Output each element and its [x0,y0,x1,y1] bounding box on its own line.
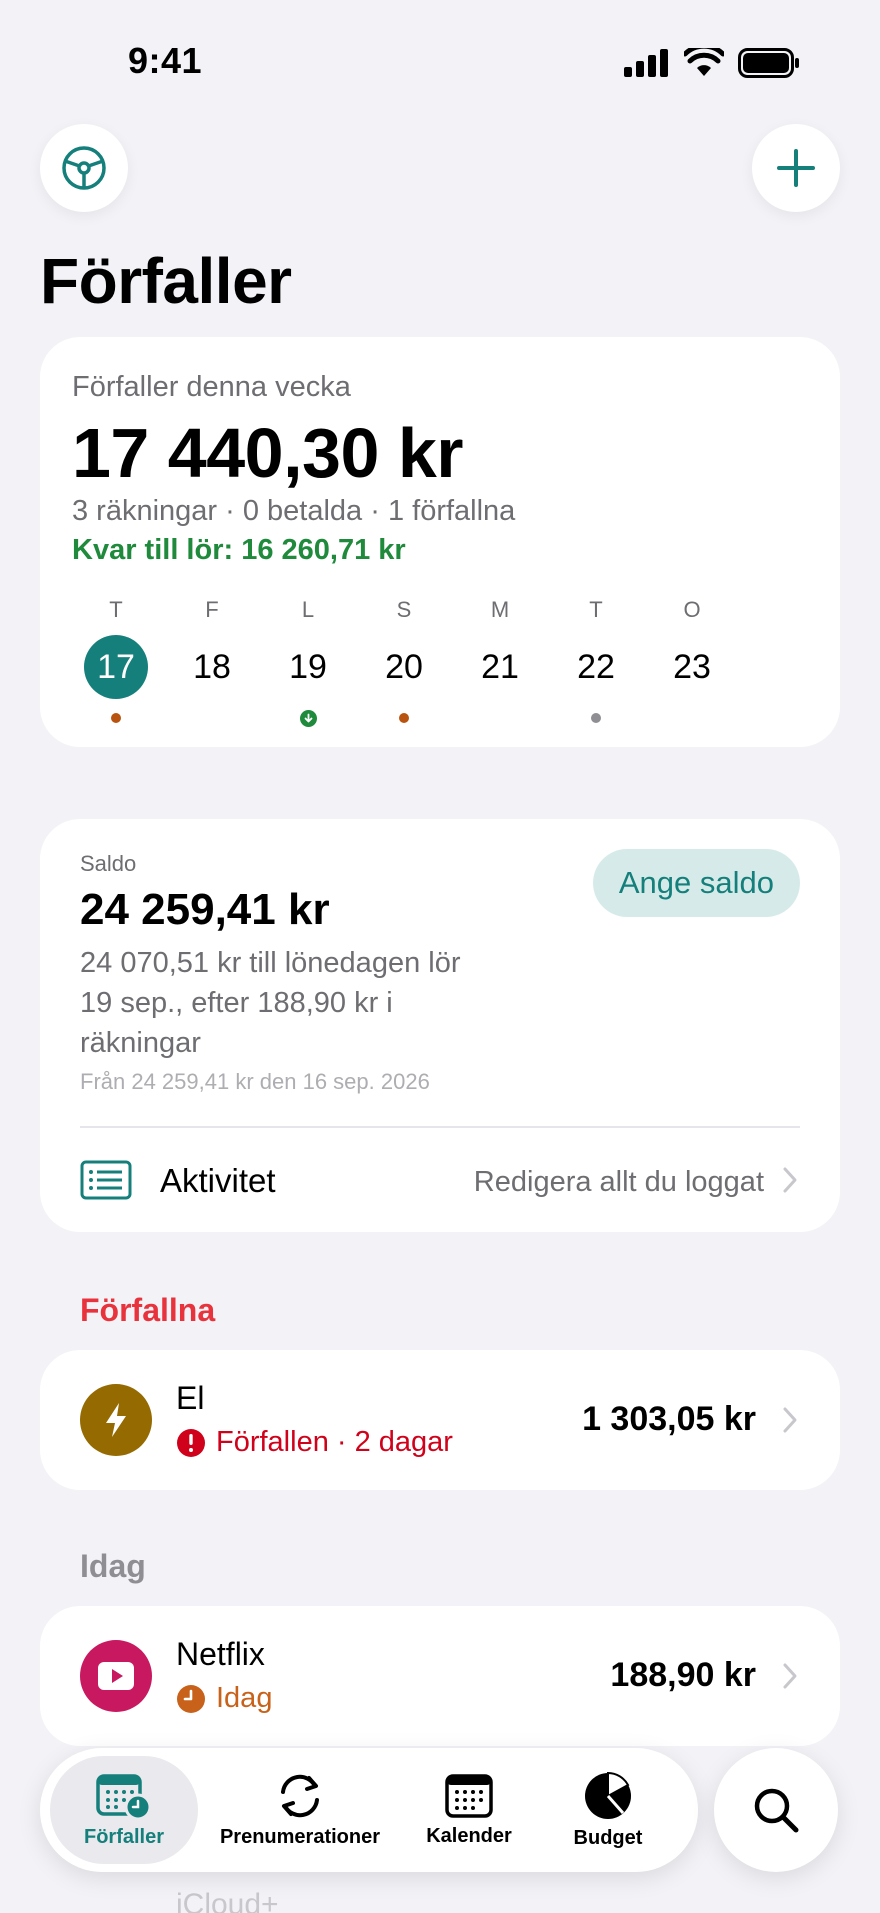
search-button[interactable] [714,1748,838,1872]
tab-label: Budget [573,1826,643,1849]
payday-icon [299,709,317,727]
tab-prenumerationer[interactable]: Prenumerationer [210,1756,390,1864]
week-total-amount: 17 440,30 kr [72,414,464,492]
day-tue-22[interactable]: T 22 [556,595,636,727]
bill-row-el[interactable]: El Förfallen · 2 dagar 1 303,05 kr [40,1350,840,1490]
day-letter: O [683,597,701,622]
add-button[interactable] [752,124,840,212]
plus-icon [777,149,815,187]
tab-forfaller[interactable]: Förfaller [50,1756,198,1864]
tab-kalender[interactable]: Kalender [404,1756,534,1864]
balance-card: Saldo 24 259,41 kr 24 070,51 kr till lön… [40,819,840,1232]
search-icon [754,1788,799,1833]
day-mon-21[interactable]: M 21 [460,595,540,727]
balance-description: 24 070,51 kr till lönedagen lör 19 sep.,… [80,947,461,1059]
bill-status-text: Idag [216,1682,273,1714]
page-title: Förfaller [40,245,292,317]
day-letter: S [396,597,412,622]
chevron-right-icon [783,1407,797,1433]
tab-label: Kalender [426,1824,512,1847]
day-tue-17[interactable]: T 17 [76,595,156,727]
day-wed-23[interactable]: O 23 [652,595,732,727]
activity-hint: Redigera allt du loggat [473,1166,764,1198]
balance-label: Saldo [80,851,137,876]
chevron-right-icon [783,1167,797,1193]
bill-name: Netflix [176,1636,265,1672]
calendar-clock-icon [96,1773,152,1820]
bill-amount: 188,90 kr [610,1656,756,1694]
section-title-today: Idag [80,1548,146,1584]
status-time: 9:41 [128,40,203,81]
day-number-selected: 17 [84,635,148,699]
status-icons [624,48,800,78]
section-title-overdue: Förfallna [80,1292,216,1328]
play-icon [98,1662,134,1690]
calendar-icon [445,1773,493,1818]
bill-icon-netflix [80,1640,152,1712]
bill-status-overdue: Förfallen · 2 dagar [176,1426,453,1459]
day-number: 19 [289,647,327,686]
wifi-icon [684,48,724,76]
day-letter: M [490,597,510,622]
day-number: 18 [193,647,231,686]
bill-row-netflix[interactable]: Netflix Idag 188,90 kr [40,1606,840,1746]
exclamation-circle-icon [177,1428,205,1457]
cellular-signal-icon [624,49,668,77]
bill-status-text: Förfallen · 2 dagar [216,1426,453,1458]
day-letter: T [109,597,123,622]
clock-icon [177,1684,205,1713]
tab-label: Prenumerationer [219,1825,381,1848]
day-number: 23 [673,647,711,686]
refresh-icon [281,1774,319,1817]
activity-label: Aktivitet [160,1162,276,1199]
day-letter: T [589,597,603,622]
status-bar: 9:41 [0,0,880,120]
day-letter: L [301,597,315,622]
day-sat-19[interactable]: L 19 [268,595,348,727]
list-icon [80,1160,132,1200]
chevron-right-icon [783,1663,797,1689]
set-balance-button[interactable]: Ange saldo [592,849,800,917]
bill-due-dot [111,713,121,723]
tab-bar: Förfaller Prenumerationer Kalender Budge… [40,1748,698,1872]
battery-icon [738,48,799,78]
activity-row[interactable]: Aktivitet Redigera allt du loggat [40,1128,840,1232]
bill-name: El [176,1380,205,1416]
day-number: 21 [481,647,519,686]
bill-dot-grey [591,713,601,723]
week-summary-card[interactable]: Förfaller denna vecka 17 440,30 kr 3 räk… [40,337,840,747]
day-number: 20 [385,647,423,686]
settings-button[interactable] [40,124,128,212]
day-letter: F [205,597,219,622]
week-summary-text: 3 räkningar · 0 betalda · 1 förfallna [72,495,516,527]
bill-status-today: Idag [176,1682,272,1715]
pie-chart-icon [585,1771,631,1819]
bill-amount: 1 303,05 kr [582,1400,756,1438]
week-caption: Förfaller denna vecka [72,371,351,403]
balance-amount: 24 259,41 kr [80,885,330,934]
day-fri-18[interactable]: F 18 [172,595,252,727]
bill-icon-el [80,1384,152,1456]
bill-due-dot [399,713,409,723]
lightning-icon [106,1403,126,1437]
tab-label: Förfaller [83,1825,165,1848]
day-sun-20[interactable]: S 20 [364,595,444,727]
balance-from-note: Från 24 259,41 kr den 16 sep. 2026 [80,1069,430,1094]
week-day-strip: T 17 F 18 L 19 S 20 M 21 T 22 O 23 [76,595,756,727]
week-remaining-text: Kvar till lör: 16 260,71 kr [72,534,406,566]
next-bill-peek: iCloud+ [176,1888,279,1913]
day-number: 22 [577,647,615,686]
steering-wheel-icon [62,146,106,190]
tab-budget[interactable]: Budget [546,1756,670,1864]
